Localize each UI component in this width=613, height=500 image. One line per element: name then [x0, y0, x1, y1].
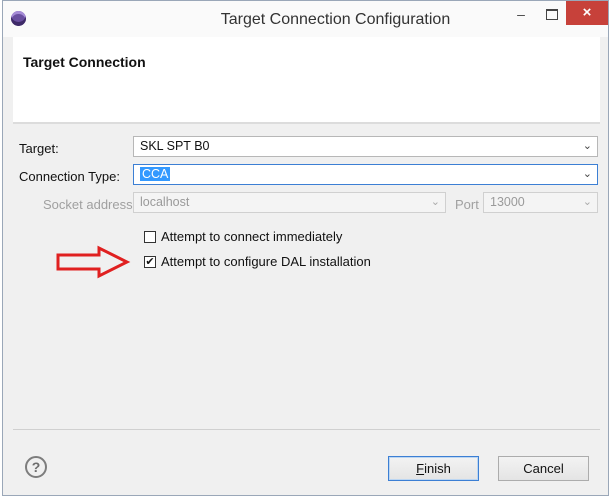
connection-type-select[interactable]: CCA ⌄ [133, 164, 598, 185]
finish-button[interactable]: Finish [388, 456, 479, 481]
configure-dal-checkbox[interactable]: ✔ [144, 256, 156, 268]
close-button[interactable]: × [566, 1, 608, 25]
connect-immediately-label[interactable]: Attempt to connect immediately [161, 229, 342, 244]
chevron-down-icon: ⌄ [430, 196, 440, 208]
page-title: Target Connection [23, 54, 146, 70]
connect-immediately-checkbox[interactable] [144, 231, 156, 243]
configure-dal-label[interactable]: Attempt to configure DAL installation [161, 254, 371, 269]
finish-mnemonic: F [416, 461, 425, 476]
socket-address-value: localhost [140, 195, 190, 209]
chevron-down-icon: ⌄ [582, 168, 592, 180]
button-bar: ? Finish Cancel [13, 429, 600, 490]
dialog-window: Target Connection Configuration – × Targ… [2, 0, 609, 496]
target-label: Target: [19, 141, 59, 156]
port-label: Port [455, 197, 479, 212]
header-banner: Target Connection [13, 37, 600, 123]
socket-address-select[interactable]: localhost ⌄ [133, 192, 446, 213]
chevron-down-icon: ⌄ [582, 140, 592, 152]
target-select[interactable]: SKL SPT B0 ⌄ [133, 136, 598, 157]
port-select[interactable]: 13000 ⌄ [483, 192, 598, 213]
finish-label: inish [424, 461, 451, 476]
socket-address-label: Socket address: [43, 197, 137, 212]
connection-type-label: Connection Type: [19, 169, 120, 184]
red-arrow-annotation [56, 245, 131, 279]
connection-type-value: CCA [140, 167, 171, 181]
help-icon[interactable]: ? [25, 456, 47, 478]
maximize-icon [546, 9, 558, 20]
target-value: SKL SPT B0 [140, 139, 210, 153]
maximize-button[interactable] [539, 3, 565, 25]
minimize-button[interactable]: – [508, 3, 534, 25]
cancel-button[interactable]: Cancel [498, 456, 589, 481]
chevron-down-icon: ⌄ [582, 196, 592, 208]
title-bar: Target Connection Configuration – × [3, 1, 608, 37]
port-value: 13000 [490, 195, 525, 209]
